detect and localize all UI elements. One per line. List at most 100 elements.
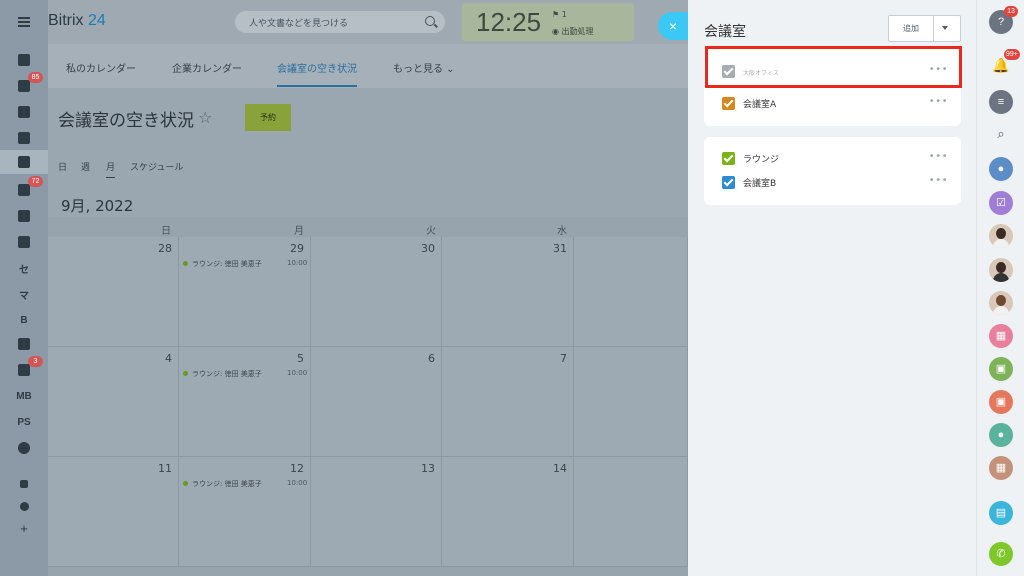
day-cell[interactable]: 29 ラウンジ: 徳田 美恵子 10:00 [179,237,311,347]
group-chat-button[interactable]: ● [989,157,1013,181]
sidebar-item-stream[interactable]: 72 [0,176,48,202]
notifications-button[interactable]: 🔔 99+ [989,49,1020,77]
sidebar-item-mb[interactable]: MB [0,384,48,408]
sidebar-settings[interactable] [0,494,48,518]
group-icon: ● [997,429,1005,441]
sidebar-item-structure[interactable] [0,472,48,496]
user-avatar[interactable] [989,291,1013,315]
room-item[interactable]: 会議室A ••• [722,95,948,111]
day-cell[interactable]: 31 [442,237,574,347]
add-button-label[interactable]: 追加 [889,16,934,41]
help-button[interactable]: ? 13 [989,6,1018,34]
structure-icon [20,480,28,488]
day-cell[interactable]: 14 [442,457,574,567]
feed-icon [18,54,30,66]
sidebar-item-calendar[interactable] [0,150,48,174]
more-icon[interactable]: ••• [929,97,948,107]
calendar-chat-button[interactable]: ▦ [989,456,1013,480]
calendar-event[interactable]: ラウンジ: 徳田 美恵子 10:00 [183,479,307,489]
sidebar-item-se[interactable]: セ [0,256,48,280]
day-cell[interactable]: 4 [48,347,179,457]
event-dot-icon [183,261,188,266]
group-chat-button[interactable]: ● [989,423,1013,447]
menu-button[interactable] [0,10,48,34]
contact-chat-button[interactable]: ▣ [989,357,1013,381]
flag-count: ⚑ 1 [552,10,567,19]
user-avatar[interactable] [989,224,1013,248]
view-schedule[interactable]: スケジュール [130,160,183,173]
day-cell[interactable]: 11 [48,457,179,567]
search-button[interactable]: ⌕ [989,122,1013,146]
sidebar-item-drive[interactable] [0,100,48,124]
room-label: 会議室A [743,100,777,110]
top-header: Bitrix 24 人や文書などを見つける 12:25 ⚑ 1 ◉ 出勤処理 [48,0,688,44]
sidebar-item-feed[interactable] [0,48,48,72]
chevron-down-icon [18,442,30,454]
contact-chat-button[interactable]: ▣ [989,390,1013,414]
day-cell[interactable] [574,457,688,567]
user-avatar[interactable] [989,258,1013,282]
day-cell[interactable]: 7 [442,347,574,457]
task-icon: ☑ [996,197,1006,209]
sidebar-item-chat[interactable] [0,126,48,150]
star-icon[interactable]: ☆ [198,108,212,127]
calendar-event[interactable]: ラウンジ: 徳田 美恵子 10:00 [183,369,307,379]
room-item[interactable]: 会議室B ••• [722,174,948,190]
sidebar-item-ma[interactable]: マ [0,282,48,306]
room-checkbox[interactable] [722,176,735,189]
more-icon[interactable]: ••• [929,176,948,186]
tab-my-calendar[interactable]: 私のカレンダー [66,60,136,75]
document-icon [18,338,30,350]
room-checkbox[interactable] [722,152,735,165]
calendar-icon: ▦ [995,330,1007,342]
reserve-button[interactable]: 予約 [245,104,291,131]
day-cell[interactable]: 12 ラウンジ: 徳田 美恵子 10:00 [179,457,311,567]
contact-card-icon: ▣ [995,396,1007,408]
close-panel-button[interactable]: × [658,12,688,40]
day-cell[interactable]: 30 [311,237,442,347]
day-cell[interactable] [574,347,688,457]
notify-badge: 99+ [1004,49,1020,60]
call-button[interactable]: ✆ [989,542,1013,566]
bot-icon [18,364,30,376]
sidebar-item-more[interactable] [0,436,48,460]
messenger-button[interactable]: ≡ [989,90,1013,114]
day-cell[interactable]: 13 [311,457,442,567]
view-day[interactable]: 日 [58,160,67,173]
day-cell[interactable]: 5 ラウンジ: 徳田 美恵子 10:00 [179,347,311,457]
view-month[interactable]: 月 [106,160,116,178]
sidebar-item-b[interactable]: B [0,308,48,332]
app-logo[interactable]: Bitrix 24 [48,12,106,30]
clock-in-status[interactable]: ◉ 出勤処理 [552,26,594,37]
clock-time: 12:25 [476,7,542,37]
sidebar-item-employees[interactable] [0,204,48,228]
sidebar-item-ps[interactable]: PS [0,410,48,434]
room-checkbox[interactable] [722,97,735,110]
employees-icon [18,210,30,222]
sidebar-item-bot[interactable]: 3 [0,356,48,382]
sidebar-add[interactable]: + [0,516,48,540]
more-icon[interactable]: ••• [929,152,948,162]
search-input[interactable]: 人や文書などを見つける [235,11,445,33]
day-cell[interactable]: 6 [311,347,442,457]
tab-more[interactable]: もっと見る ⌄ [393,60,455,75]
room-label: 会議室B [743,179,777,189]
add-chat-button[interactable]: ▤ [989,501,1013,525]
room-item[interactable]: ラウンジ ••• [722,150,948,166]
tab-company-calendar[interactable]: 企業カレンダー [172,60,242,75]
add-button[interactable]: 追加 [888,15,961,42]
day-cell[interactable]: 28 [48,237,179,347]
calendar-chat-button[interactable]: ▦ [989,324,1013,348]
work-time-widget[interactable]: 12:25 ⚑ 1 ◉ 出勤処理 [462,3,634,41]
stream-badge: 72 [28,176,43,187]
chevron-down-icon[interactable] [942,26,948,30]
sidebar-item-docs[interactable] [0,332,48,356]
sidebar-item-tasks[interactable]: 85 [0,72,48,98]
view-week[interactable]: 週 [81,160,90,173]
calendar-area: 私のカレンダー 企業カレンダー 会議室の空き状況 もっと見る ⌄ 会議室の空き状… [48,44,688,576]
sidebar-item-contacts[interactable] [0,230,48,254]
tab-room-availability[interactable]: 会議室の空き状況 [277,60,357,87]
tasks-chat-button[interactable]: ☑ [989,191,1013,215]
day-cell[interactable] [574,237,688,347]
calendar-event[interactable]: ラウンジ: 徳田 美恵子 10:00 [183,259,307,269]
